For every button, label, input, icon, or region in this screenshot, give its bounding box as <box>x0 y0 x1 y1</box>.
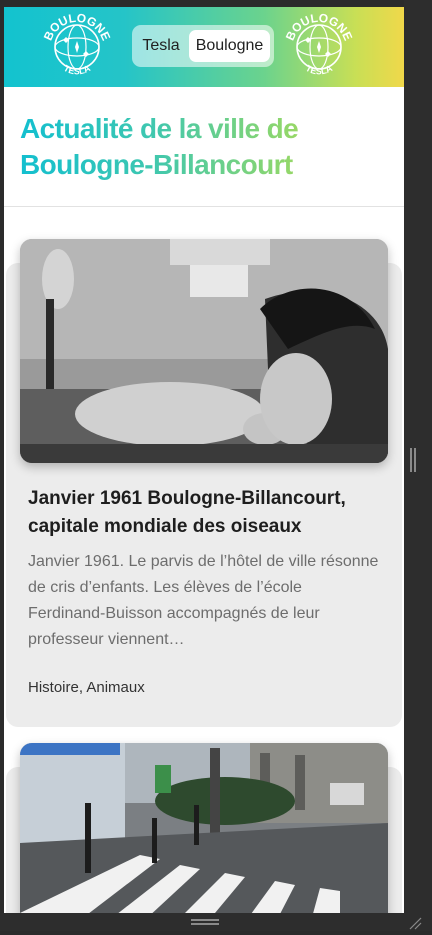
svg-text:TESLA: TESLA <box>62 63 92 77</box>
site-header: BOULOGNE TESLA Tesla Boulogne BOULOGNE T… <box>4 7 404 87</box>
city-switch[interactable]: Tesla Boulogne <box>132 25 274 67</box>
devtools-gutter <box>404 0 432 931</box>
page-title: Actualité de la ville de Boulogne-Billan… <box>20 111 390 183</box>
resize-splitter[interactable] <box>410 448 416 472</box>
article-image[interactable] <box>20 239 388 463</box>
switch-option-tesla[interactable]: Tesla <box>136 30 186 62</box>
boulogne-tesla-logo-right[interactable]: BOULOGNE TESLA <box>276 7 362 87</box>
header-divider <box>4 206 404 207</box>
mobile-viewport[interactable]: BOULOGNE TESLA Tesla Boulogne BOULOGNE T… <box>4 7 404 913</box>
window-top-edge <box>0 0 432 7</box>
resize-corner-icon[interactable] <box>406 914 422 930</box>
switch-option-boulogne[interactable]: Boulogne <box>189 30 270 62</box>
article-tags: Histoire, Animaux <box>28 679 145 696</box>
window-bottom-bar <box>0 913 432 931</box>
boulogne-tesla-logo[interactable]: BOULOGNE TESLA <box>34 7 120 87</box>
bottom-resize-handle[interactable] <box>191 919 219 925</box>
article-excerpt: Janvier 1961. Le parvis de l’hôtel de vi… <box>28 553 379 648</box>
article-image-2[interactable] <box>20 743 388 913</box>
article-title[interactable]: Janvier 1961 Boulogne-Billancourt, capit… <box>28 485 378 541</box>
svg-text:TESLA: TESLA <box>304 63 334 77</box>
